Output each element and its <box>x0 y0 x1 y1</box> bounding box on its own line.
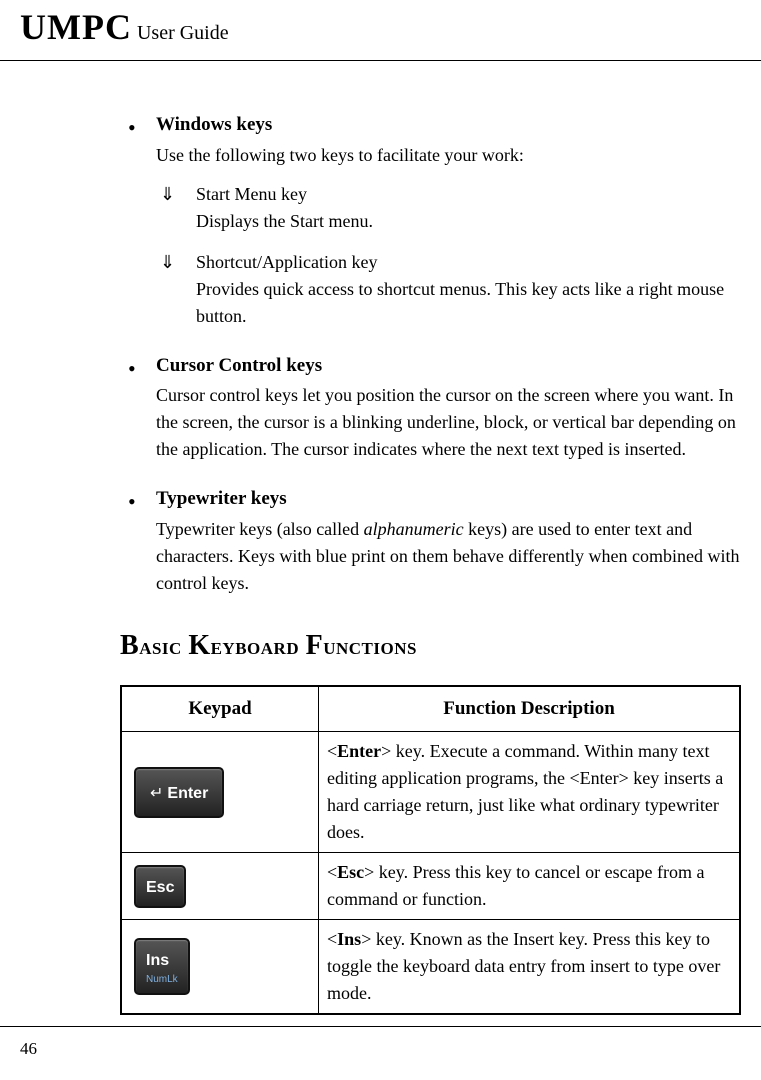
item-title: Typewriter keys <box>156 488 287 509</box>
keypad-cell: ↵Enter <box>121 732 319 853</box>
header-title-small: User Guide <box>132 22 229 44</box>
desc-pre: < <box>327 929 337 949</box>
desc-bold: Esc <box>337 862 364 882</box>
desc-post: > key. Known as the Insert key. Press th… <box>327 929 720 1003</box>
desc-bold: Enter <box>337 741 381 761</box>
key-main-label: Esc <box>146 879 174 896</box>
function-cell: <Enter> key. Execute a command. Within m… <box>319 732 741 853</box>
sub-item-label: Start Menu key <box>196 184 307 204</box>
item-title: Windows keys <box>156 114 272 135</box>
list-item-windows-keys: Windows keys Use the following two keys … <box>120 111 741 330</box>
table-header-keypad: Keypad <box>121 686 319 732</box>
header-title-big: UMPC <box>20 7 132 47</box>
ins-keycap-icon: Ins NumLk <box>134 938 190 995</box>
key-main-label: Enter <box>167 785 208 802</box>
keyboard-functions-table: Keypad Function Description ↵Enter <Ente… <box>120 685 741 1016</box>
sub-item: ⇓ Shortcut/Application key Provides quic… <box>156 249 741 330</box>
main-bullet-list: Windows keys Use the following two keys … <box>120 111 741 597</box>
sub-item-desc: Provides quick access to shortcut menus.… <box>196 276 741 330</box>
body-text-italic: alphanumeric <box>364 519 464 539</box>
header-title: UMPC User Guide <box>20 0 741 60</box>
list-item-cursor-keys: Cursor Control keys Cursor control keys … <box>120 352 741 464</box>
esc-keycap-icon: Esc <box>134 865 186 908</box>
sub-item: ⇓ Start Menu key Displays the Start menu… <box>156 181 741 235</box>
desc-pre: < <box>327 862 337 882</box>
keypad-cell: Esc <box>121 853 319 920</box>
desc-bold: Ins <box>337 929 361 949</box>
desc-post: > key. Execute a command. Within many te… <box>327 741 723 842</box>
function-cell: <Ins> key. Known as the Insert key. Pres… <box>319 920 741 1015</box>
sub-item-label: Shortcut/Application key <box>196 252 377 272</box>
list-item-typewriter-keys: Typewriter keys Typewriter keys (also ca… <box>120 485 741 597</box>
item-body: Typewriter keys (also called alphanumeri… <box>156 516 741 597</box>
function-cell: <Esc> key. Press this key to cancel or e… <box>319 853 741 920</box>
key-main-label: Ins <box>146 952 169 969</box>
page-header: UMPC User Guide <box>0 0 761 61</box>
enter-keycap-icon: ↵Enter <box>134 767 224 818</box>
sub-item-desc: Displays the Start menu. <box>196 208 741 235</box>
table-row: ↵Enter <Enter> key. Execute a command. W… <box>121 732 740 853</box>
item-title: Cursor Control keys <box>156 355 322 376</box>
page-number: 46 <box>20 1039 37 1058</box>
page-content: Windows keys Use the following two keys … <box>0 111 761 1015</box>
item-body: Cursor control keys let you position the… <box>156 382 741 463</box>
keypad-cell: Ins NumLk <box>121 920 319 1015</box>
desc-pre: < <box>327 741 337 761</box>
table-header-function: Function Description <box>319 686 741 732</box>
desc-post: > key. Press this key to cancel or escap… <box>327 862 705 909</box>
page-footer: 46 <box>0 1026 761 1062</box>
down-arrow-icon: ⇓ <box>160 181 175 208</box>
section-heading: Basic Keyboard Functions <box>120 625 741 667</box>
body-text-pre: Typewriter keys (also called <box>156 519 364 539</box>
down-arrow-icon: ⇓ <box>160 249 175 276</box>
table-header-row: Keypad Function Description <box>121 686 740 732</box>
table-row: Ins NumLk <Ins> key. Known as the Insert… <box>121 920 740 1015</box>
sub-list: ⇓ Start Menu key Displays the Start menu… <box>156 181 741 330</box>
item-body: Use the following two keys to facilitate… <box>156 142 741 169</box>
enter-arrow-icon: ↵ <box>150 785 163 802</box>
key-sub-label: NumLk <box>146 972 178 987</box>
table-row: Esc <Esc> key. Press this key to cancel … <box>121 853 740 920</box>
